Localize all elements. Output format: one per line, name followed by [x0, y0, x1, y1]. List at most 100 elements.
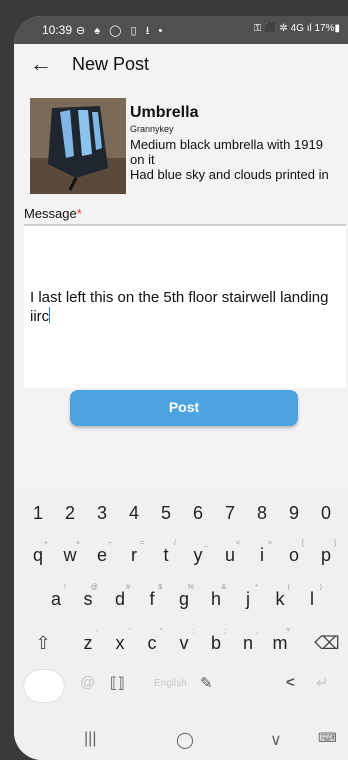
- text-caret: [49, 307, 51, 323]
- language-label[interactable]: English: [154, 678, 187, 689]
- key-s[interactable]: s @: [74, 582, 102, 616]
- key-s-label: s: [83, 589, 93, 609]
- key-1[interactable]: 1: [24, 496, 52, 530]
- shift-key-icon[interactable]: ⇧: [26, 626, 60, 660]
- key-u-alt: <: [235, 540, 240, 547]
- key-x[interactable]: x ': [106, 626, 134, 660]
- key-t-label: t: [163, 545, 169, 565]
- key-w[interactable]: w ×: [56, 538, 84, 572]
- required-mark: *: [76, 206, 82, 221]
- app-bar: ← New Post: [14, 44, 348, 86]
- key-u[interactable]: u <: [216, 538, 244, 572]
- key-h[interactable]: h &: [202, 582, 230, 616]
- post-button[interactable]: Post: [70, 390, 298, 426]
- key-5[interactable]: 5: [152, 496, 180, 530]
- key-k[interactable]: k(: [266, 582, 294, 616]
- keyboard-hide-icon[interactable]: ⌨: [318, 730, 337, 746]
- enter-key-icon[interactable]: ↵: [316, 674, 329, 692]
- key-v-alt: :: [192, 628, 194, 635]
- key-h-label: h: [210, 589, 221, 609]
- key-d-alt: #: [126, 584, 130, 591]
- keyboard-toolbar: @ ⟦⟧ English ✎ < ↵: [24, 668, 344, 702]
- message-label: Message*: [24, 206, 82, 221]
- message-input[interactable]: I last left this on the 5th floor stairw…: [24, 224, 346, 388]
- key-z[interactable]: z-: [74, 626, 102, 660]
- key-j[interactable]: j *: [234, 582, 262, 616]
- key-0[interactable]: 0: [312, 496, 340, 530]
- key-k-label: k: [275, 589, 285, 609]
- key-d-label: d: [114, 589, 125, 609]
- key-l[interactable]: l): [298, 582, 326, 616]
- status-time: 10:39: [42, 23, 73, 37]
- page-title: New Post: [72, 54, 150, 74]
- device-frame: 10:39 ⊖ ♠ ◯ ▯ ⭳ • ⚿ ⬛ ✲ 4G ıl 17%▮ ← New…: [0, 0, 348, 760]
- umbrella-photo: [30, 98, 126, 194]
- item-name: Umbrella: [130, 104, 199, 121]
- key-e-alt: ÷: [108, 540, 112, 547]
- message-value: I last left this on the 5th floor stairw…: [30, 289, 329, 325]
- clipboard-thumbnail[interactable]: [24, 670, 64, 702]
- key-4-label: 4: [128, 503, 139, 523]
- key-r[interactable]: r =: [120, 538, 148, 572]
- key-c-label: c: [147, 633, 157, 653]
- key-y-alt: _: [204, 540, 208, 547]
- key-a[interactable]: a!: [42, 582, 70, 616]
- key-i[interactable]: i >: [248, 538, 276, 572]
- key-o-label: o: [288, 545, 299, 565]
- key-n[interactable]: n,: [234, 626, 262, 660]
- key-v-label: v: [179, 633, 189, 653]
- key-4[interactable]: 4: [120, 496, 148, 530]
- key-c[interactable]: c ": [138, 626, 166, 660]
- key-g[interactable]: g%: [170, 582, 198, 616]
- backspace-key-icon[interactable]: ⌫: [310, 626, 344, 660]
- key-0-label: 0: [320, 503, 331, 523]
- key-u-label: u: [224, 545, 235, 565]
- key-2[interactable]: 2: [56, 496, 84, 530]
- share-icon[interactable]: <: [286, 674, 295, 691]
- key-d[interactable]: d #: [106, 582, 134, 616]
- key-j-alt: *: [255, 584, 258, 591]
- key-9[interactable]: 9: [280, 496, 308, 530]
- key-t[interactable]: t /: [152, 538, 180, 572]
- key-3-label: 3: [96, 503, 107, 523]
- key-r-label: r: [131, 545, 137, 565]
- key-7[interactable]: 7: [216, 496, 244, 530]
- key-6[interactable]: 6: [184, 496, 212, 530]
- key-p[interactable]: p]: [312, 538, 340, 572]
- key-m[interactable]: m?: [266, 626, 294, 660]
- key-3[interactable]: 3: [88, 496, 116, 530]
- key-f-label: f: [149, 589, 155, 609]
- notification-icons: ⊖ ♠ ◯ ▯ ⭳ •: [76, 25, 166, 37]
- key-e[interactable]: e ÷: [88, 538, 116, 572]
- message-label-text: Message: [24, 206, 77, 221]
- key-g-alt: %: [187, 584, 194, 591]
- key-b-alt: ;: [224, 628, 226, 635]
- home-icon[interactable]: ◯: [176, 730, 194, 750]
- key-o[interactable]: o[: [280, 538, 308, 572]
- key-h-alt: &: [221, 584, 226, 591]
- item-description: Medium black umbrella with 1919 on it Ha…: [130, 137, 329, 182]
- handwriting-icon[interactable]: ✎: [200, 674, 213, 692]
- scan-text-icon[interactable]: ⟦⟧: [110, 674, 125, 692]
- key-s-alt: @: [90, 584, 98, 591]
- nav-back-icon[interactable]: ∨: [270, 730, 282, 750]
- key-w-label: w: [63, 545, 77, 565]
- key-v[interactable]: v:: [170, 626, 198, 660]
- key-y[interactable]: y _: [184, 538, 212, 572]
- key-5-label: 5: [160, 503, 171, 523]
- key-o-alt: [: [302, 540, 304, 547]
- recents-icon[interactable]: |||: [84, 730, 96, 748]
- message-text-wrap: I last left this on the 5th floor stairw…: [30, 288, 330, 326]
- key-k-alt: (: [287, 584, 290, 591]
- status-bar: 10:39 ⊖ ♠ ◯ ▯ ⭳ • ⚿ ⬛ ✲ 4G ıl 17%▮: [14, 16, 348, 44]
- key-b[interactable]: b;: [202, 626, 230, 660]
- at-key-icon[interactable]: @: [80, 674, 95, 691]
- key-f[interactable]: f $: [138, 582, 166, 616]
- back-arrow-icon[interactable]: ←: [30, 51, 52, 77]
- key-z-label: z: [83, 633, 93, 653]
- key-8[interactable]: 8: [248, 496, 276, 530]
- system-status-icons: ⚿ ⬛ ✲ 4G ıl 17%▮: [253, 23, 340, 34]
- key-l-label: l: [310, 589, 314, 609]
- key-q[interactable]: q +: [24, 538, 52, 572]
- key-n-alt: ,: [256, 628, 258, 635]
